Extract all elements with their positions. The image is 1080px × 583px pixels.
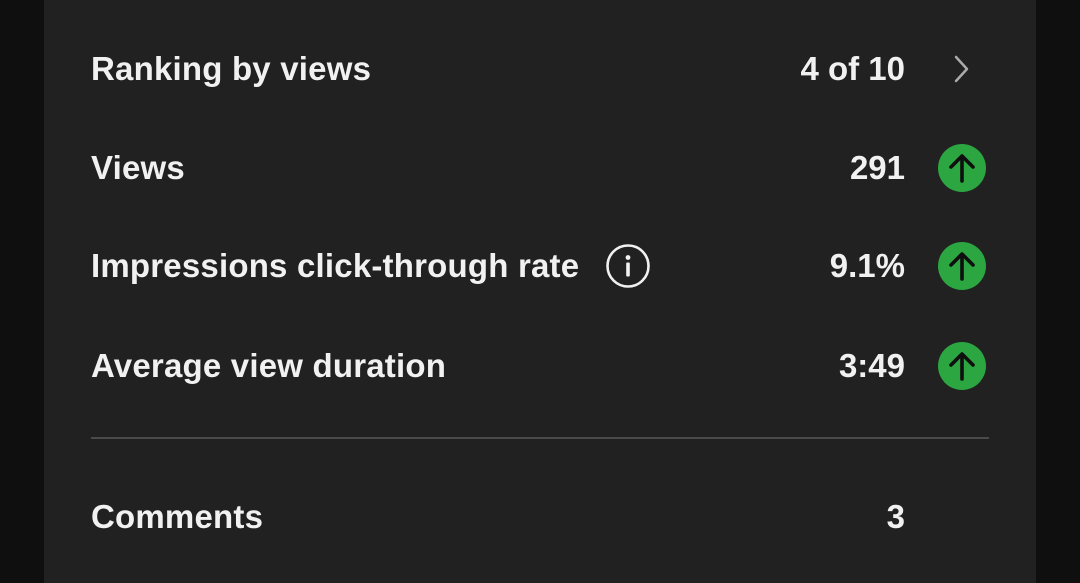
chevron-right-icon[interactable] (948, 52, 974, 86)
ranking-label: Ranking by views (91, 50, 372, 87)
views-label: Views (91, 149, 185, 186)
ctr-value: 9.1% (829, 247, 905, 284)
views-row: Views 291 (44, 138, 1036, 198)
avg-duration-value: 3:49 (838, 347, 905, 384)
avg-duration-row: Average view duration 3:49 (44, 336, 1036, 396)
avg-duration-label: Average view duration (91, 347, 447, 384)
info-icon[interactable] (605, 243, 651, 289)
ctr-row: Impressions click-through rate 9.1% (44, 236, 1036, 296)
comments-label: Comments (91, 498, 264, 535)
views-value: 291 (849, 149, 905, 186)
ctr-label: Impressions click-through rate (91, 247, 580, 284)
video-stats-card: Ranking by views 4 of 10 Views 291 Impre… (44, 0, 1036, 583)
comments-value: 3 (886, 498, 905, 535)
arrow-up-icon (938, 144, 986, 192)
ranking-row[interactable]: Ranking by views 4 of 10 (44, 39, 1036, 99)
comments-row[interactable]: Comments 3 (44, 487, 1036, 547)
arrow-up-icon (938, 342, 986, 390)
section-divider (91, 437, 989, 439)
ranking-value: 4 of 10 (800, 50, 905, 87)
arrow-up-icon (938, 242, 986, 290)
